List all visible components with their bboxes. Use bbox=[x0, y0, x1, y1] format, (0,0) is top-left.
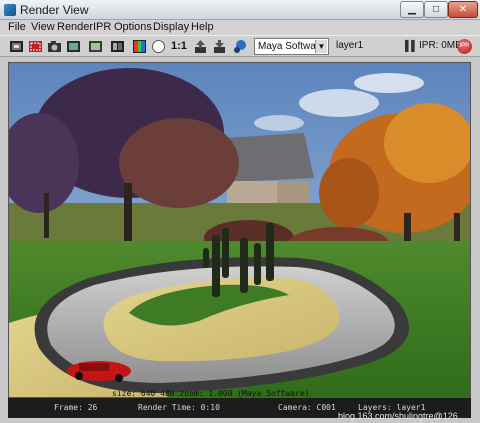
maya-app-icon bbox=[4, 4, 16, 16]
menu-file[interactable]: File bbox=[8, 21, 26, 33]
menu-display[interactable]: Display bbox=[153, 21, 189, 33]
frame-number: Frame: 26 bbox=[54, 403, 98, 412]
title-bar: Render View ▁ □ ✕ bbox=[0, 0, 480, 20]
remove-image-icon[interactable] bbox=[212, 39, 227, 54]
chevron-down-icon: ▼ bbox=[315, 40, 327, 53]
real-size-button[interactable]: 1:1 bbox=[171, 40, 187, 52]
ipr-memory-label: IPR: 0MB bbox=[419, 40, 462, 51]
rgb-channels-icon[interactable] bbox=[132, 39, 147, 54]
rendered-image bbox=[9, 63, 470, 397]
snapshot-icon[interactable] bbox=[47, 39, 62, 54]
watermark-text: blog.163.com/shulingtre@126 bbox=[338, 411, 458, 421]
maximize-button[interactable]: □ bbox=[424, 1, 448, 18]
render-region-icon[interactable] bbox=[28, 39, 43, 54]
renderer-dropdown[interactable]: Maya Software ▼ bbox=[254, 38, 329, 55]
ipr-options-icon[interactable] bbox=[110, 39, 125, 54]
render-time: Render Time: 0:10 bbox=[138, 403, 220, 412]
alpha-channel-icon[interactable] bbox=[151, 39, 166, 54]
menu-render[interactable]: Render bbox=[57, 21, 93, 33]
menu-ipr[interactable]: IPR bbox=[93, 21, 111, 33]
render-toolbar: 1:1 Maya Software ▼ layer1 ▌▌ IPR: 0MB I… bbox=[0, 35, 480, 57]
camera-name: Camera: C001 bbox=[278, 403, 336, 412]
menu-bar: File View Render IPR Options Display Hel… bbox=[0, 20, 480, 35]
window-title: Render View bbox=[20, 3, 89, 17]
minimize-button[interactable]: ▁ bbox=[400, 1, 424, 18]
close-button[interactable]: ✕ bbox=[448, 1, 478, 18]
render-info-text: size: 640 480 zoom: 1.000 (Maya Software… bbox=[112, 389, 310, 398]
display-render-globals-icon[interactable] bbox=[233, 39, 248, 54]
ipr-icon[interactable] bbox=[66, 39, 81, 54]
redo-render-icon[interactable] bbox=[9, 39, 24, 54]
render-view-window: Render View ▁ □ ✕ File View Render IPR O… bbox=[0, 0, 480, 423]
refresh-ipr-icon[interactable] bbox=[88, 39, 103, 54]
menu-view[interactable]: View bbox=[31, 21, 55, 33]
keep-image-icon[interactable] bbox=[193, 39, 208, 54]
layer-name: layer1 bbox=[336, 40, 364, 51]
render-image-view[interactable] bbox=[8, 62, 471, 398]
menu-options[interactable]: Options bbox=[114, 21, 152, 33]
pause-icon[interactable]: ▌▌ bbox=[405, 41, 418, 52]
ipr-status-icon[interactable]: IPR bbox=[457, 39, 472, 54]
menu-help[interactable]: Help bbox=[191, 21, 214, 33]
